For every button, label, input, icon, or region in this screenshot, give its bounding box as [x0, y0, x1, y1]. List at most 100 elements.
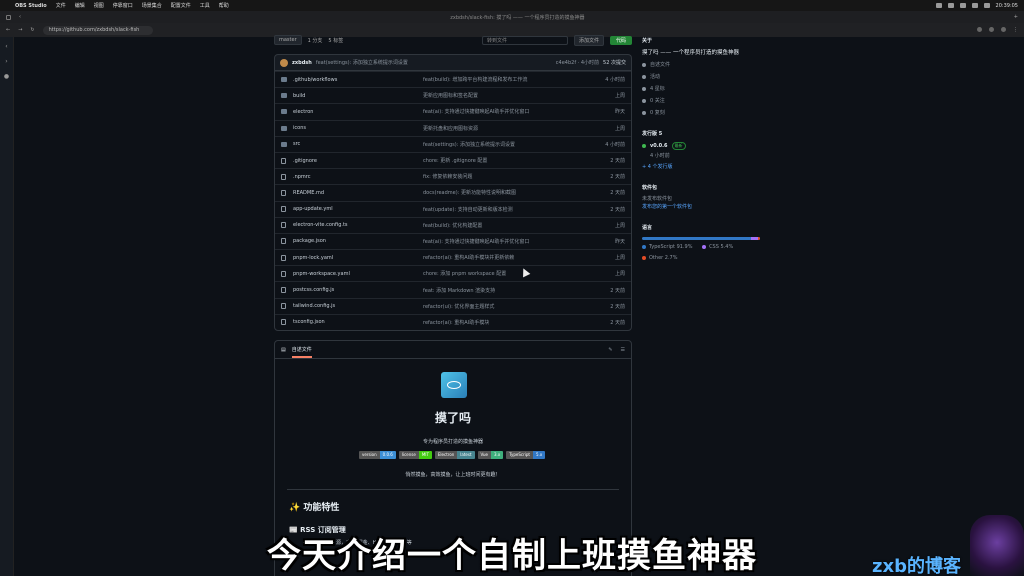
menubar-item[interactable]: 场景集合	[142, 2, 162, 9]
file-commit-message[interactable]: refactor(ai): 重构AI助手模块	[423, 319, 603, 326]
file-row[interactable]: package.json feat(ai): 支持通过快捷键唤起AI助手并优化窗口…	[275, 232, 631, 249]
profile-icon[interactable]	[1001, 27, 1006, 32]
file-name[interactable]: pnpm-workspace.yaml	[293, 271, 423, 277]
menubar-item[interactable]: 视图	[94, 2, 104, 9]
commit-count[interactable]: 52 次提交	[603, 59, 626, 66]
commit-message[interactable]: feat(settings): 添加独立系统提示词设置	[316, 59, 408, 66]
file-row[interactable]: .github/workflows feat(build): 增加跨平台构建流程和…	[275, 71, 631, 87]
file-row[interactable]: electron-vite.config.ts feat(build): 优化构建…	[275, 216, 631, 233]
language-item[interactable]: TypeScript 91.9%	[642, 244, 692, 250]
file-name[interactable]: postcss.config.js	[293, 287, 423, 293]
forks-link[interactable]: 0 复刻	[642, 109, 766, 116]
file-row[interactable]: tsconfig.json refactor(ai): 重构AI助手模块 2 天前	[275, 313, 631, 330]
code-button[interactable]: 代码	[609, 35, 632, 45]
readme-tab[interactable]: 自述文件	[291, 342, 312, 358]
forward-arrow-icon[interactable]: →	[18, 27, 22, 33]
file-row[interactable]: .npmrc fix: 修复依赖安装问题 2 天前	[275, 168, 631, 184]
file-name[interactable]: electron	[293, 109, 423, 115]
language-item[interactable]: Other 2.7%	[642, 255, 678, 261]
file-commit-message[interactable]: feat(settings): 添加独立系统提示词设置	[423, 141, 603, 148]
file-name[interactable]: src	[293, 141, 423, 147]
watchers-link[interactable]: 0 关注	[642, 97, 766, 104]
release-entry[interactable]: v0.0.6 最新	[642, 142, 766, 150]
file-name[interactable]: build	[293, 93, 423, 99]
menubar-app-name[interactable]: OBS Studio	[15, 3, 47, 9]
sidebar-toggle-icon[interactable]	[6, 14, 11, 20]
extension-icon[interactable]	[977, 27, 982, 32]
forward-icon[interactable]: ›	[5, 58, 7, 65]
menubar-item[interactable]: 工具	[200, 2, 210, 9]
url-field[interactable]: https://github.com/zxbdsh/slack-fish	[42, 25, 153, 35]
file-row[interactable]: icons 更新托盘和应用图标资源 上周	[275, 119, 631, 136]
releases-heading[interactable]: 发行版 5	[642, 130, 766, 137]
language-item[interactable]: CSS 5.4%	[702, 244, 733, 250]
file-commit-message[interactable]: fix: 修复依赖安装问题	[423, 173, 603, 180]
file-name[interactable]: pnpm-lock.yaml	[293, 255, 423, 261]
file-commit-message[interactable]: feat(ai): 支持通过快捷键唤起AI助手并优化窗口	[423, 108, 603, 115]
new-tab-icon[interactable]: +	[1014, 14, 1018, 20]
file-name[interactable]: .gitignore	[293, 158, 423, 164]
github-icon[interactable]: ●	[4, 73, 9, 80]
add-file-button[interactable]: 添加文件	[573, 34, 604, 46]
tags-link[interactable]: 5 标签	[328, 37, 343, 44]
file-name[interactable]: electron-vite.config.ts	[293, 222, 423, 228]
file-commit-message[interactable]: feat(build): 优化构建配置	[423, 222, 603, 229]
file-name[interactable]: tsconfig.json	[293, 319, 423, 325]
menubar-item[interactable]: 文件	[56, 2, 66, 9]
status-icon[interactable]	[935, 3, 942, 8]
edit-icon[interactable]: ✎	[608, 347, 612, 353]
file-row[interactable]: build 更新应用图标和签名配置 上周	[275, 87, 631, 103]
back-arrow-icon[interactable]: ←	[6, 27, 10, 33]
file-commit-message[interactable]: refactor(ai): 重构AI助手模块并更新依赖	[423, 254, 603, 261]
file-name[interactable]: app-update.yml	[293, 206, 423, 212]
branch-selector[interactable]: master	[274, 35, 302, 45]
go-to-file-input[interactable]: 转到文件	[481, 35, 568, 45]
file-row[interactable]: pnpm-lock.yaml refactor(ai): 重构AI助手模块并更新依…	[275, 249, 631, 265]
file-commit-message[interactable]: chore: 添加 pnpm workspace 配置	[423, 270, 603, 277]
file-row[interactable]: postcss.config.js feat: 添加 Markdown 渲染支持 2…	[275, 281, 631, 297]
readme-link[interactable]: 自述文件	[642, 61, 766, 68]
status-icon[interactable]	[947, 3, 954, 8]
file-commit-message[interactable]: feat(update): 支持自动更新和版本检测	[423, 206, 603, 213]
readme-badge[interactable]: TypeScript 5.x	[506, 451, 546, 459]
file-commit-message[interactable]: 更新托盘和应用图标资源	[423, 125, 603, 132]
tab-title[interactable]: zxbdsh/slack-fish: 摸了吗 —— 一个程序员打造的摸鱼神器	[450, 14, 584, 21]
activity-link[interactable]: 活动	[642, 73, 766, 80]
file-commit-message[interactable]: chore: 更新 .gitignore 配置	[423, 157, 603, 164]
file-row[interactable]: electron feat(ai): 支持通过快捷键唤起AI助手并优化窗口 昨天	[275, 103, 631, 119]
menubar-item[interactable]: 停靠窗口	[113, 2, 133, 9]
menubar-item[interactable]: 编辑	[75, 2, 85, 9]
file-name[interactable]: README.md	[293, 190, 423, 196]
back-icon[interactable]: ‹	[5, 43, 7, 50]
file-name[interactable]: tailwind.config.js	[293, 303, 423, 309]
branches-link[interactable]: 1 分支	[308, 37, 323, 44]
avatar[interactable]	[280, 58, 288, 67]
menubar-item[interactable]: 配置文件	[171, 2, 191, 9]
menubar-item[interactable]: 帮助	[219, 2, 229, 9]
extension-icon[interactable]	[989, 27, 994, 32]
commit-author[interactable]: zxbdsh	[292, 60, 312, 66]
file-row[interactable]: src feat(settings): 添加独立系统提示词设置 4 小时前	[275, 135, 631, 152]
file-commit-message[interactable]: refactor(ui): 优化界面主题样式	[423, 303, 603, 310]
file-name[interactable]: package.json	[293, 238, 423, 244]
file-commit-message[interactable]: feat(ai): 支持通过快捷键唤起AI助手并优化窗口	[423, 238, 603, 245]
file-row[interactable]: app-update.yml feat(update): 支持自动更新和版本检测 2…	[275, 200, 631, 217]
file-row[interactable]: README.md docs(readme): 更新功能特性说明和截图 2 天前	[275, 184, 631, 200]
publish-package-link[interactable]: 发布您的第一个软件包	[642, 203, 766, 210]
status-icon[interactable]	[959, 3, 966, 8]
commit-meta[interactable]: c4e4b2f · 4小时前	[556, 59, 599, 66]
menu-icon[interactable]: ⋮	[1013, 27, 1018, 33]
file-commit-message[interactable]: feat: 添加 Markdown 渲染支持	[423, 287, 603, 294]
reload-icon[interactable]: ↻	[30, 27, 34, 33]
readme-badge[interactable]: Vue 3.x	[477, 451, 504, 459]
readme-badge[interactable]: license MIT	[398, 451, 432, 459]
back-icon[interactable]: ‹	[19, 14, 21, 20]
file-row[interactable]: tailwind.config.js refactor(ui): 优化界面主题样式…	[275, 297, 631, 314]
readme-badge[interactable]: Electron latest	[434, 451, 475, 459]
wifi-icon[interactable]	[971, 3, 978, 8]
file-name[interactable]: icons	[293, 125, 423, 131]
file-row[interactable]: .gitignore chore: 更新 .gitignore 配置 2 天前	[275, 151, 631, 168]
more-releases-link[interactable]: + 4 个发行版	[642, 163, 766, 170]
stars-link[interactable]: 4 星标	[642, 85, 766, 92]
file-name[interactable]: .npmrc	[293, 174, 423, 180]
